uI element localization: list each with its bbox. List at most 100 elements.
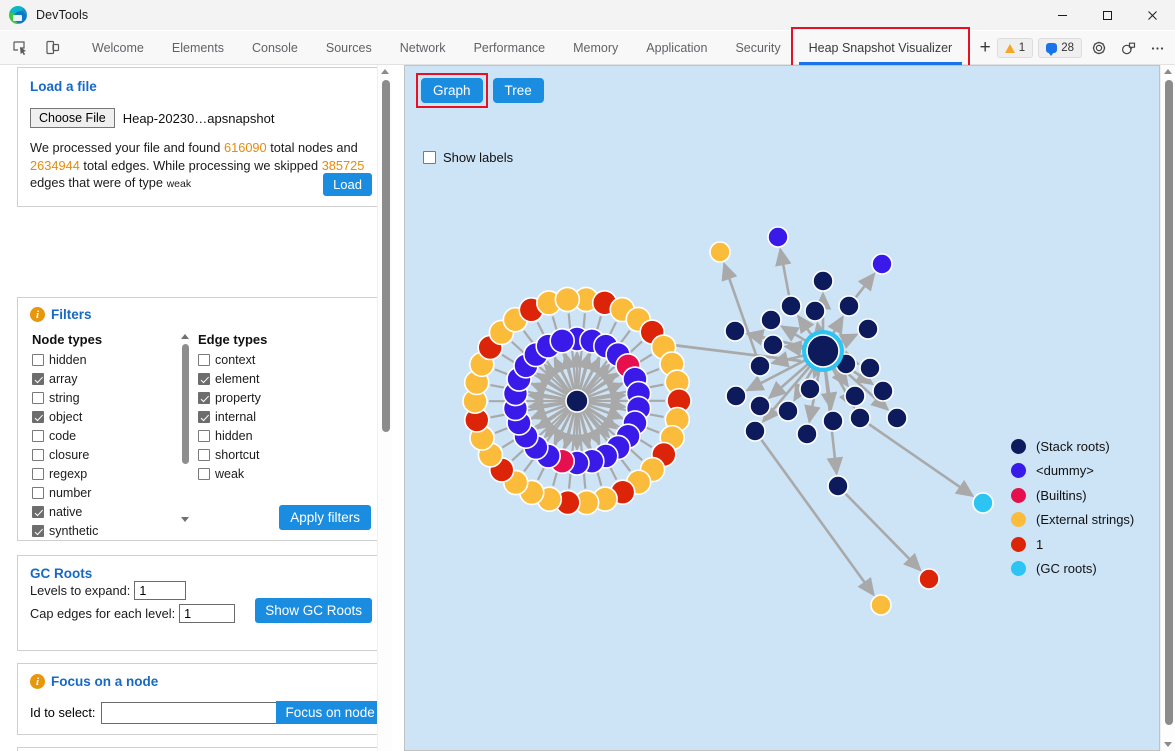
scrollbar-thumb[interactable]	[1164, 80, 1173, 725]
feedback-icon[interactable]	[1116, 36, 1140, 60]
left-panel-scrollbar[interactable]	[377, 65, 392, 751]
node-type-string[interactable]: string	[32, 388, 172, 407]
graph-node[interactable]	[799, 378, 821, 400]
graph-mode-button[interactable]: Graph	[416, 73, 488, 108]
checkbox[interactable]	[32, 467, 44, 480]
checkbox[interactable]	[198, 410, 210, 423]
tab-security[interactable]: Security	[721, 31, 794, 65]
graph-node[interactable]	[918, 568, 940, 590]
load-button[interactable]: Load	[323, 173, 372, 196]
device-toolbar-icon[interactable]	[40, 36, 64, 60]
minimize-button[interactable]	[1040, 0, 1085, 31]
graph-nodes[interactable]	[462, 226, 994, 616]
graph-node[interactable]	[549, 328, 575, 354]
tab-performance[interactable]: Performance	[460, 31, 560, 65]
graph-node[interactable]	[972, 492, 994, 514]
checkbox[interactable]	[32, 353, 44, 366]
tab-elements[interactable]: Elements	[158, 31, 238, 65]
graph-node[interactable]	[760, 309, 782, 331]
checkbox[interactable]	[32, 372, 44, 385]
tab-network[interactable]: Network	[386, 31, 460, 65]
node-type-number[interactable]: number	[32, 483, 172, 502]
edge-type-element[interactable]: element	[198, 369, 348, 388]
graph-node[interactable]	[812, 270, 834, 292]
inspect-element-icon[interactable]	[8, 36, 32, 60]
graph-node[interactable]	[844, 385, 866, 407]
graph-node[interactable]	[762, 334, 784, 356]
checkbox[interactable]	[32, 391, 44, 404]
graph-node[interactable]	[838, 295, 860, 317]
graph-node[interactable]	[725, 385, 747, 407]
graph-node[interactable]	[780, 295, 802, 317]
tab-heap-snapshot-visualizer[interactable]: Heap Snapshot Visualizer	[790, 26, 971, 68]
node-type-closure[interactable]: closure	[32, 445, 172, 464]
show-labels-checkbox[interactable]	[423, 151, 436, 164]
graph-node[interactable]	[872, 380, 894, 402]
edge-type-weak[interactable]: weak	[198, 464, 348, 483]
graph-node[interactable]	[796, 423, 818, 445]
checkbox[interactable]	[198, 391, 210, 404]
edge-type-property[interactable]: property	[198, 388, 348, 407]
tab-console[interactable]: Console	[238, 31, 312, 65]
warning-badge[interactable]: 1	[996, 38, 1034, 58]
apply-filters-button[interactable]: Apply filters	[279, 505, 371, 530]
graph-node[interactable]	[744, 420, 766, 442]
main-scrollbar[interactable]	[1160, 65, 1175, 751]
tree-mode-button[interactable]: Tree	[492, 78, 544, 103]
focus-on-node-button[interactable]: Focus on node	[276, 701, 384, 724]
graph-node[interactable]	[565, 389, 589, 413]
node-type-hidden[interactable]: hidden	[32, 350, 172, 369]
checkbox[interactable]	[32, 524, 44, 537]
graph-node[interactable]	[554, 286, 581, 313]
choose-file-button[interactable]: Choose File	[30, 108, 115, 128]
checkbox[interactable]	[198, 448, 210, 461]
checkbox[interactable]	[198, 467, 210, 480]
node-type-code[interactable]: code	[32, 426, 172, 445]
graph-node[interactable]	[724, 320, 746, 342]
show-labels-row[interactable]: Show labels	[423, 150, 513, 165]
edge-type-context[interactable]: context	[198, 350, 348, 369]
edge-type-hidden[interactable]: hidden	[198, 426, 348, 445]
graph-node[interactable]	[777, 400, 799, 422]
heap-graph-svg[interactable]	[405, 66, 1160, 751]
checkbox[interactable]	[32, 486, 44, 499]
graph-node[interactable]	[749, 395, 771, 417]
graph-node[interactable]	[806, 334, 840, 368]
node-type-array[interactable]: array	[32, 369, 172, 388]
node-type-synthetic[interactable]: synthetic	[32, 521, 172, 540]
graph-node[interactable]	[822, 410, 844, 432]
node-type-object[interactable]: object	[32, 407, 172, 426]
graph-node[interactable]	[827, 475, 849, 497]
tab-memory[interactable]: Memory	[559, 31, 632, 65]
graph-node[interactable]	[857, 318, 879, 340]
scroll-down-arrow-icon[interactable]	[1164, 742, 1172, 747]
message-badge[interactable]: 28	[1038, 38, 1082, 58]
maximize-button[interactable]	[1085, 0, 1130, 31]
checkbox[interactable]	[32, 410, 44, 423]
edge-type-shortcut[interactable]: shortcut	[198, 445, 348, 464]
graph-node[interactable]	[767, 226, 789, 248]
tab-application[interactable]: Application	[632, 31, 721, 65]
focus-id-input[interactable]	[101, 701, 280, 724]
graph-node[interactable]	[804, 300, 826, 322]
scroll-down-arrow-icon[interactable]	[181, 517, 189, 522]
graph-node[interactable]	[871, 253, 893, 275]
node-type-regexp[interactable]: regexp	[32, 464, 172, 483]
scrollbar-thumb[interactable]	[381, 80, 390, 432]
graph-node[interactable]	[870, 594, 892, 616]
scroll-up-arrow-icon[interactable]	[1164, 69, 1172, 74]
graph-node[interactable]	[709, 241, 731, 263]
add-panel-button[interactable]: +	[972, 35, 998, 61]
scroll-up-arrow-icon[interactable]	[381, 69, 389, 74]
node-type-native[interactable]: native	[32, 502, 172, 521]
checkbox[interactable]	[32, 429, 44, 442]
graph-node[interactable]	[859, 357, 881, 379]
graph-node[interactable]	[849, 407, 871, 429]
scrollbar-thumb[interactable]	[182, 344, 189, 464]
tab-welcome[interactable]: Welcome	[78, 31, 158, 65]
more-options-icon[interactable]	[1145, 36, 1169, 60]
graph-node[interactable]	[749, 355, 771, 377]
checkbox[interactable]	[198, 372, 210, 385]
levels-to-expand-input[interactable]	[134, 581, 187, 600]
checkbox[interactable]	[198, 353, 210, 366]
